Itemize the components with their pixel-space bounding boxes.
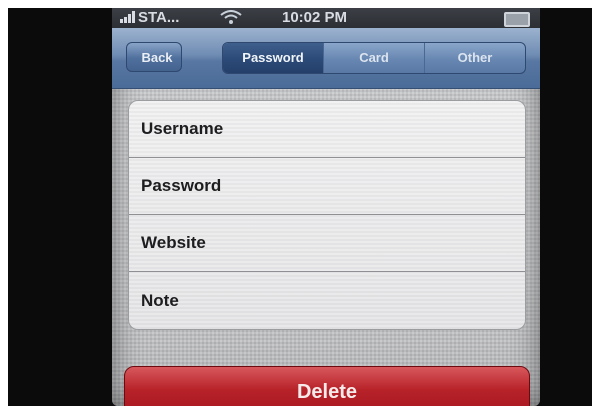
phone-screen: STA... 10:02 PM Back Password Card Other xyxy=(112,8,540,406)
password-field[interactable]: Password xyxy=(129,158,525,215)
delete-button[interactable]: Delete xyxy=(124,366,530,406)
back-button[interactable]: Back xyxy=(126,42,182,72)
navigation-bar: Back Password Card Other xyxy=(112,28,540,89)
tab-password[interactable]: Password xyxy=(223,43,324,73)
phone-device: STA... 10:02 PM Back Password Card Other xyxy=(8,8,592,406)
category-segmented-control: Password Card Other xyxy=(222,42,526,74)
website-field[interactable]: Website xyxy=(129,215,525,272)
entry-form: Username Password Website Note xyxy=(128,100,526,330)
photo-frame: STA... 10:02 PM Back Password Card Other xyxy=(0,0,600,408)
tab-card[interactable]: Card xyxy=(324,43,425,73)
website-label: Website xyxy=(141,233,206,252)
signal-strength-icon xyxy=(120,11,135,23)
wifi-icon xyxy=(220,10,242,24)
note-field[interactable]: Note xyxy=(129,272,525,329)
battery-icon xyxy=(504,12,530,27)
status-bar: STA... 10:02 PM xyxy=(112,8,540,28)
password-label: Password xyxy=(141,176,222,195)
note-label: Note xyxy=(141,290,179,310)
username-field[interactable]: Username xyxy=(129,101,525,158)
username-label: Username xyxy=(141,119,224,138)
tab-other[interactable]: Other xyxy=(425,43,525,73)
carrier-name: STA... xyxy=(138,9,180,26)
status-time: 10:02 PM xyxy=(282,9,348,26)
